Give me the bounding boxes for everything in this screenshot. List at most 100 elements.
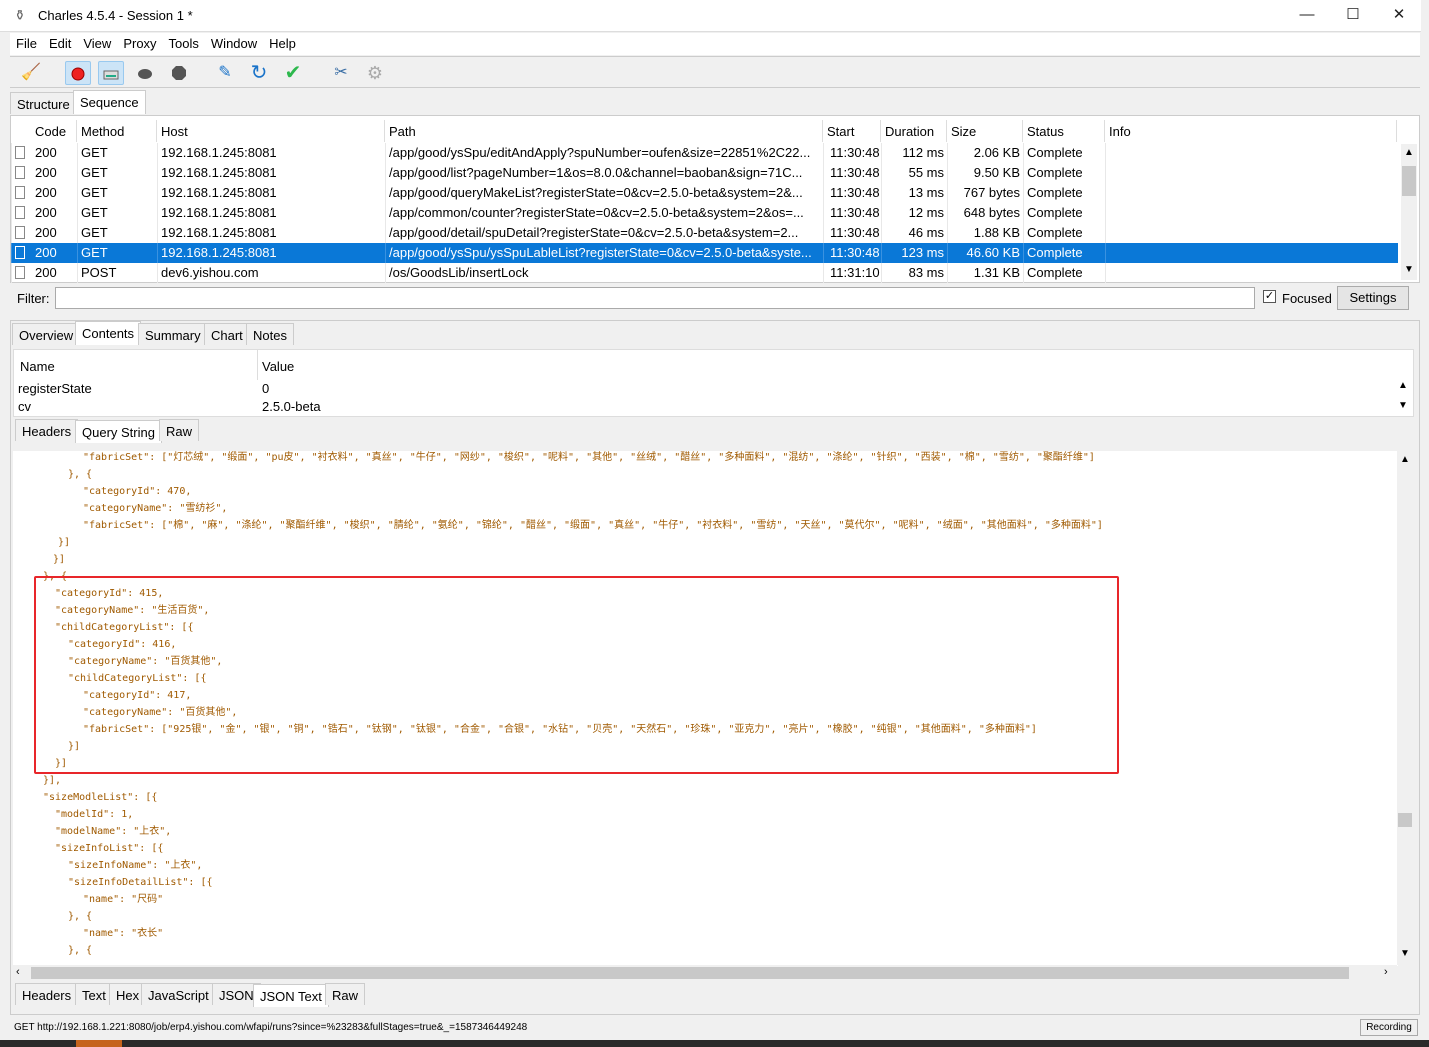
json-line: }] <box>58 537 71 548</box>
cell-size: 648 bytes <box>963 205 1020 220</box>
menu-proxy[interactable]: Proxy <box>117 33 162 51</box>
filter-label: Filter: <box>17 291 50 306</box>
json-viewer[interactable]: "fabricSet": ["灯芯绒", "缎面", "pu皮", "衬衣料",… <box>13 451 1398 966</box>
validate-check-icon[interactable]: ✔ <box>280 61 306 85</box>
focused-label: Focused <box>1282 291 1332 306</box>
json-line: "categoryName": "雪纺衫", <box>83 503 228 514</box>
json-line: "fabricSet": ["灯芯绒", "缎面", "pu皮", "衬衣料",… <box>83 452 1095 463</box>
request-tabs: Headers Query String Raw <box>13 419 313 443</box>
response-tabs: Headers Text Hex JavaScript JSON JSON Te… <box>13 983 413 1007</box>
settings-button[interactable]: Settings <box>1337 286 1409 310</box>
request-row[interactable]: 200 GET 192.168.1.245:8081/app/good/list?p… <box>11 163 1398 183</box>
request-row[interactable]: 200 GET 192.168.1.245:8081/app/good/detail… <box>11 223 1398 243</box>
menu-view[interactable]: View <box>77 33 117 51</box>
cell-status: Complete <box>1027 185 1083 200</box>
filter-bar: Filter: ✓ Focused Settings <box>10 284 1420 312</box>
turtle-icon[interactable] <box>132 61 158 85</box>
tab-contents[interactable]: Contents <box>75 321 142 345</box>
tab-overview[interactable]: Overview <box>12 323 81 345</box>
menu-edit[interactable]: Edit <box>43 33 77 51</box>
query-row-name: cv <box>18 399 31 414</box>
tab-resp-raw[interactable]: Raw <box>325 983 366 1005</box>
query-scroll-down-icon[interactable]: ▼ <box>1398 400 1408 411</box>
request-row[interactable]: 200 GET 192.168.1.245:8081/app/good/ysSpu/… <box>11 143 1398 163</box>
cell-duration: 123 ms <box>901 245 944 260</box>
col-method[interactable]: Method <box>77 120 157 142</box>
tab-structure[interactable]: Structure <box>10 92 77 114</box>
menu-window[interactable]: Window <box>205 33 263 51</box>
tab-resp-json-text[interactable]: JSON Text <box>253 984 329 1007</box>
tab-req-headers[interactable]: Headers <box>15 419 79 441</box>
tools-icon[interactable]: ✂ <box>328 61 354 85</box>
col-duration[interactable]: Duration <box>881 120 947 142</box>
tab-req-query-string[interactable]: Query String <box>75 420 162 443</box>
cell-size: 1.88 KB <box>973 225 1020 240</box>
filter-input[interactable] <box>55 287 1255 309</box>
json-line: "modelId": 1, <box>55 809 134 820</box>
request-row[interactable]: 200 GET 192.168.1.245:8081/app/good/queryM… <box>11 183 1398 203</box>
tab-resp-javascript[interactable]: JavaScript <box>141 983 216 1005</box>
request-row[interactable]: 200 POST dev6.yishou.com/os/GoodsLib/inser… <box>11 263 1398 283</box>
settings-gear-icon[interactable]: ⚙ <box>362 61 388 85</box>
cell-path: /app/good/ysSpu/editAndApply?spuNumber=o… <box>389 145 811 160</box>
sequence-scroll-thumb[interactable] <box>1402 166 1416 196</box>
cell-code: 200 <box>35 265 57 280</box>
tab-chart[interactable]: Chart <box>204 323 250 345</box>
compose-pen-icon[interactable]: ✎ <box>212 61 238 85</box>
toolbar: 🧹 ✎ ↻ ✔ ✂ ⚙ <box>10 56 1420 88</box>
menu-help[interactable]: Help <box>263 33 302 51</box>
menu-tools[interactable]: Tools <box>163 33 205 51</box>
json-line: }], <box>43 775 62 786</box>
highlight-box <box>34 576 1119 774</box>
cell-duration: 46 ms <box>908 225 944 240</box>
cell-method: GET <box>81 185 108 200</box>
cell-path: /app/common/counter?registerState=0&cv=2… <box>389 205 804 220</box>
col-start[interactable]: Start <box>823 120 881 142</box>
query-row-name: registerState <box>18 381 92 396</box>
broom-icon[interactable]: 🧹 <box>18 61 44 85</box>
cell-code: 200 <box>35 145 57 160</box>
request-row[interactable]: 200 GET 192.168.1.245:8081/app/good/ysSpu/… <box>11 243 1398 263</box>
throttle-icon[interactable] <box>98 61 124 85</box>
query-table: Name Value registerState 0 cv 2.5.0-beta… <box>13 349 1414 417</box>
col-path[interactable]: Path <box>385 120 823 142</box>
refresh-icon[interactable]: ↻ <box>246 61 272 85</box>
cell-host: 192.168.1.245:8081 <box>161 205 277 220</box>
document-icon <box>15 226 25 239</box>
breakpoint-icon[interactable] <box>166 61 192 85</box>
cell-size: 1.31 KB <box>973 265 1020 280</box>
sequence-scrollbar[interactable]: ▲ ▼ <box>1401 144 1417 280</box>
tab-resp-text[interactable]: Text <box>75 983 113 1005</box>
cell-code: 200 <box>35 205 57 220</box>
col-host[interactable]: Host <box>157 120 385 142</box>
minimize-button[interactable]: — <box>1284 0 1330 31</box>
col-status[interactable]: Status <box>1023 120 1105 142</box>
record-icon[interactable] <box>65 61 91 85</box>
tab-notes[interactable]: Notes <box>246 323 294 345</box>
maximize-button[interactable]: ☐ <box>1330 0 1376 31</box>
cell-method: GET <box>81 145 108 160</box>
tab-resp-headers[interactable]: Headers <box>15 983 79 1005</box>
menu-file[interactable]: File <box>10 33 43 51</box>
cell-path: /app/good/list?pageNumber=1&os=8.0.0&cha… <box>389 165 803 180</box>
recording-indicator[interactable]: Recording <box>1360 1019 1418 1036</box>
json-line: }] <box>53 554 66 565</box>
tab-req-raw[interactable]: Raw <box>159 419 200 441</box>
focused-checkbox[interactable]: ✓ <box>1263 290 1276 303</box>
json-hscrollbar[interactable]: ‹ › <box>13 965 1397 981</box>
json-hscroll-thumb[interactable] <box>31 967 1349 979</box>
query-scroll-up-icon[interactable]: ▲ <box>1398 380 1408 391</box>
json-vscrollbar[interactable]: ▲ ▼ <box>1397 451 1413 965</box>
tab-summary[interactable]: Summary <box>138 323 208 345</box>
col-size[interactable]: Size <box>947 120 1023 142</box>
json-vscroll-thumb[interactable] <box>1398 813 1412 827</box>
request-row[interactable]: 200 GET 192.168.1.245:8081/app/common/coun… <box>11 203 1398 223</box>
query-row-value: 2.5.0-beta <box>262 399 321 414</box>
json-line: "sizeInfoName": "上衣", <box>68 860 203 871</box>
col-code[interactable]: Code <box>31 120 77 142</box>
tab-sequence[interactable]: Sequence <box>73 90 146 114</box>
document-icon <box>15 246 25 259</box>
col-info[interactable]: Info <box>1105 120 1397 142</box>
close-button[interactable]: ✕ <box>1376 0 1422 31</box>
json-line: "sizeInfoList": [{ <box>55 843 164 854</box>
